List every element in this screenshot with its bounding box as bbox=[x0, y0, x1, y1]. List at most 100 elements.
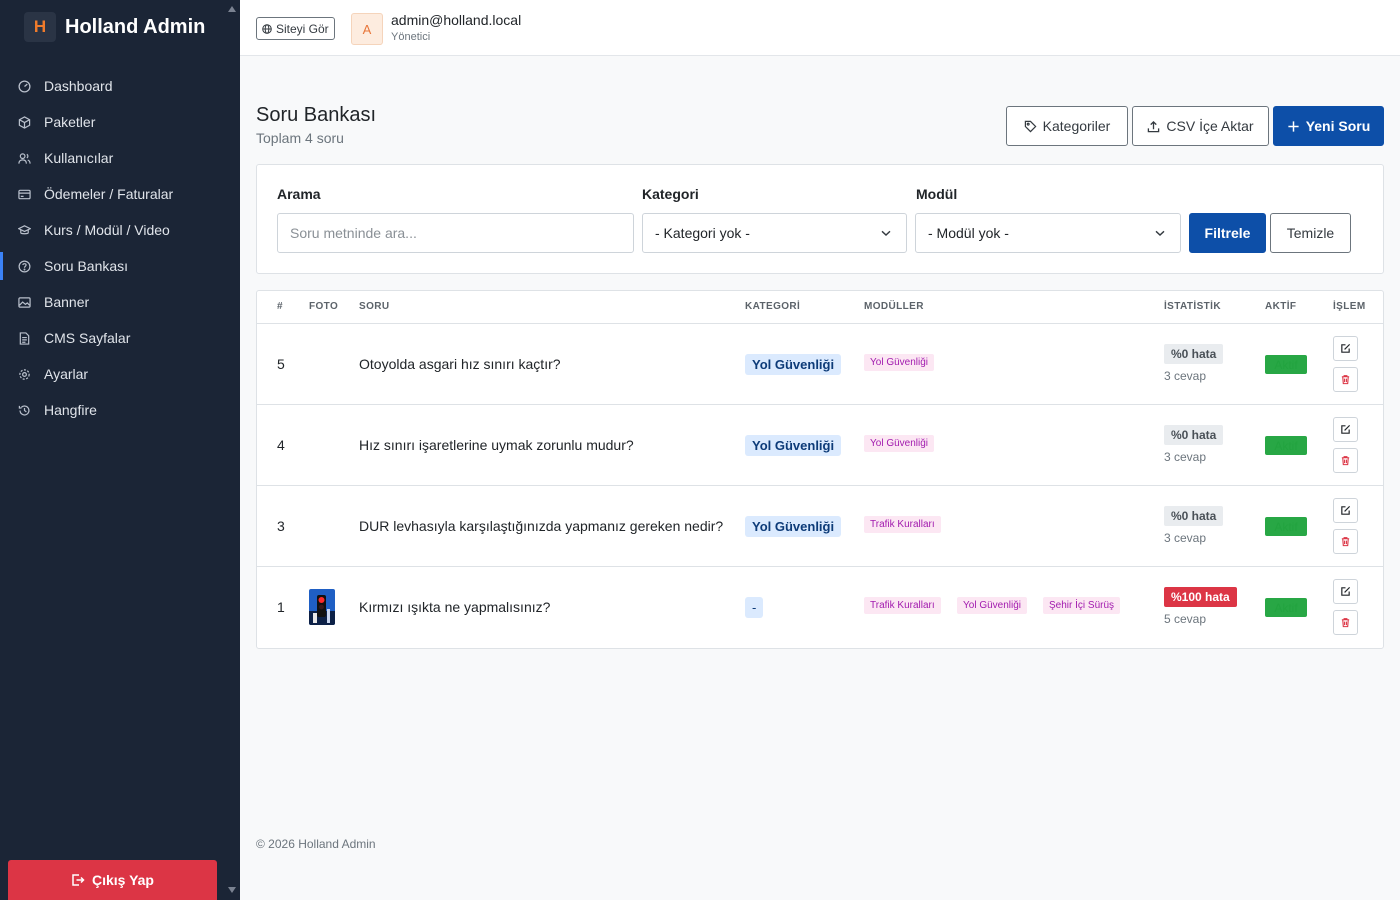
edit-icon bbox=[1341, 343, 1351, 353]
history-icon bbox=[17, 403, 31, 417]
document-icon bbox=[17, 331, 31, 345]
edit-button[interactable] bbox=[1333, 417, 1358, 442]
error-rate-badge: %100 hata bbox=[1164, 587, 1237, 607]
admin-app: H Holland Admin Dashboard Paketler Kulla… bbox=[0, 0, 1400, 900]
new-question-button-label: Yeni Soru bbox=[1305, 118, 1371, 134]
row-question: Kırmızı ışıkta ne yapmalısınız? bbox=[359, 599, 551, 615]
sidebar-item-payments[interactable]: Ödemeler / Faturalar bbox=[0, 176, 240, 212]
filter-button[interactable]: Filtrele bbox=[1189, 213, 1266, 253]
sidebar-item-label: Ayarlar bbox=[44, 366, 89, 382]
gear-icon bbox=[17, 367, 31, 381]
column-header-active: AKTİF bbox=[1265, 301, 1297, 312]
sidebar-scroll-up[interactable] bbox=[228, 6, 236, 12]
module-select[interactable]: - Modül yok - bbox=[915, 213, 1181, 253]
trash-icon bbox=[1341, 456, 1350, 466]
error-rate-badge: %0 hata bbox=[1164, 344, 1224, 364]
column-header-photo: FOTO bbox=[309, 301, 339, 312]
delete-button[interactable] bbox=[1333, 367, 1358, 392]
module-badge: Yol Güvenliği bbox=[864, 435, 935, 452]
sidebar-item-label: Soru Bankası bbox=[44, 258, 129, 274]
csv-import-button[interactable]: CSV İçe Aktar bbox=[1132, 106, 1269, 146]
row-id: 3 bbox=[277, 518, 285, 534]
column-header-stats: İSTATİSTİK bbox=[1164, 301, 1221, 312]
row-id: 4 bbox=[277, 437, 285, 453]
edit-button[interactable] bbox=[1333, 336, 1358, 361]
tag-icon bbox=[1024, 120, 1037, 132]
plus-icon bbox=[1288, 120, 1299, 132]
error-rate-badge: %0 hata bbox=[1164, 506, 1224, 526]
row-question: Hız sınırı işaretlerine uymak zorunlu mu… bbox=[359, 437, 634, 453]
sidebar-item-label: Banner bbox=[44, 294, 90, 310]
row-id: 5 bbox=[277, 356, 285, 372]
row-question: DUR levhasıyla karşılaştığınızda yapmanı… bbox=[359, 518, 724, 534]
module-label: Modül bbox=[916, 186, 958, 202]
users-icon bbox=[17, 151, 31, 165]
sidebar-item-dashboard[interactable]: Dashboard bbox=[0, 68, 240, 104]
banner-icon bbox=[17, 295, 31, 309]
table-divider bbox=[257, 404, 1383, 405]
clear-button[interactable]: Temizle bbox=[1270, 213, 1351, 253]
sidebar-item-label: Dashboard bbox=[44, 78, 113, 94]
edit-icon bbox=[1341, 505, 1351, 515]
delete-button[interactable] bbox=[1333, 448, 1358, 473]
sidebar-item-banner[interactable]: Banner bbox=[0, 284, 240, 320]
user-role: Yönetici bbox=[391, 31, 431, 43]
module-badge: Trafik Kuralları bbox=[864, 597, 941, 614]
row-question: Otoyolda asgari hız sınırı kaçtır? bbox=[359, 356, 561, 372]
brand-title: Holland Admin bbox=[65, 15, 206, 38]
active-badge[interactable]: Aktif bbox=[1265, 436, 1307, 455]
sidebar-item-packages[interactable]: Paketler bbox=[0, 104, 240, 140]
search-label: Arama bbox=[277, 186, 321, 202]
category-select[interactable]: - Kategori yok - bbox=[642, 213, 907, 253]
upload-icon bbox=[1148, 120, 1160, 132]
categories-button[interactable]: Kategoriler bbox=[1006, 106, 1128, 146]
edit-button[interactable] bbox=[1333, 579, 1358, 604]
sidebar-item-label: Kurs / Modül / Video bbox=[44, 222, 170, 238]
column-header-question: SORU bbox=[359, 301, 390, 312]
module-badge: Yol Güvenliği bbox=[957, 597, 1028, 614]
chevron-down-icon bbox=[881, 230, 891, 236]
avatar[interactable]: A bbox=[351, 13, 383, 45]
table-divider bbox=[257, 485, 1383, 486]
table-divider bbox=[257, 566, 1383, 567]
module-badge: Yol Güvenliği bbox=[864, 354, 935, 371]
sidebar-item-settings[interactable]: Ayarlar bbox=[0, 356, 240, 392]
trash-icon bbox=[1341, 375, 1350, 385]
payments-icon bbox=[17, 187, 31, 201]
sidebar-scroll-down[interactable] bbox=[228, 887, 236, 893]
sidebar-item-courses[interactable]: Kurs / Modül / Video bbox=[0, 212, 240, 248]
column-header-id: # bbox=[277, 301, 283, 312]
delete-button[interactable] bbox=[1333, 610, 1358, 635]
sidebar-item-question-bank[interactable]: Soru Bankası bbox=[0, 248, 240, 284]
brand[interactable]: H Holland Admin bbox=[24, 12, 205, 42]
answer-count: 3 cevap bbox=[1164, 369, 1207, 383]
search-input[interactable]: Soru metninde ara... bbox=[277, 213, 634, 253]
trash-icon bbox=[1341, 537, 1350, 547]
table-divider bbox=[257, 323, 1383, 324]
column-header-modules: MODÜLLER bbox=[864, 301, 924, 312]
sidebar-item-users[interactable]: Kullanıcılar bbox=[0, 140, 240, 176]
sidebar-item-label: CMS Sayfalar bbox=[44, 330, 131, 346]
topbar: Siteyi Gör A admin@holland.local Yönetic… bbox=[240, 0, 1400, 56]
answer-count: 3 cevap bbox=[1164, 531, 1207, 545]
sidebar-item-cms-pages[interactable]: CMS Sayfalar bbox=[0, 320, 240, 356]
view-site-button[interactable]: Siteyi Gör bbox=[256, 17, 335, 40]
question-photo-thumbnail[interactable] bbox=[309, 589, 335, 625]
sidebar-item-hangfire[interactable]: Hangfire bbox=[0, 392, 240, 428]
chevron-down-icon bbox=[1155, 230, 1165, 236]
column-header-actions: İŞLEM bbox=[1333, 301, 1366, 312]
sidebar-item-label: Kullanıcılar bbox=[44, 150, 114, 166]
active-badge[interactable]: Aktif bbox=[1265, 355, 1307, 374]
page-subtitle: Toplam 4 soru bbox=[256, 130, 344, 146]
edit-icon bbox=[1341, 586, 1351, 596]
logout-label: Çıkış Yap bbox=[91, 872, 154, 888]
active-badge[interactable]: Aktif bbox=[1265, 598, 1307, 617]
edit-button[interactable] bbox=[1333, 498, 1358, 523]
active-badge[interactable]: Aktif bbox=[1265, 517, 1307, 536]
new-question-button[interactable]: Yeni Soru bbox=[1273, 106, 1384, 146]
module-select-value: - Modül yok - bbox=[928, 225, 1009, 241]
category-badge: Yol Güvenliği bbox=[745, 354, 842, 375]
course-icon bbox=[17, 223, 31, 237]
logout-button[interactable]: Çıkış Yap bbox=[8, 860, 217, 900]
delete-button[interactable] bbox=[1333, 529, 1358, 554]
